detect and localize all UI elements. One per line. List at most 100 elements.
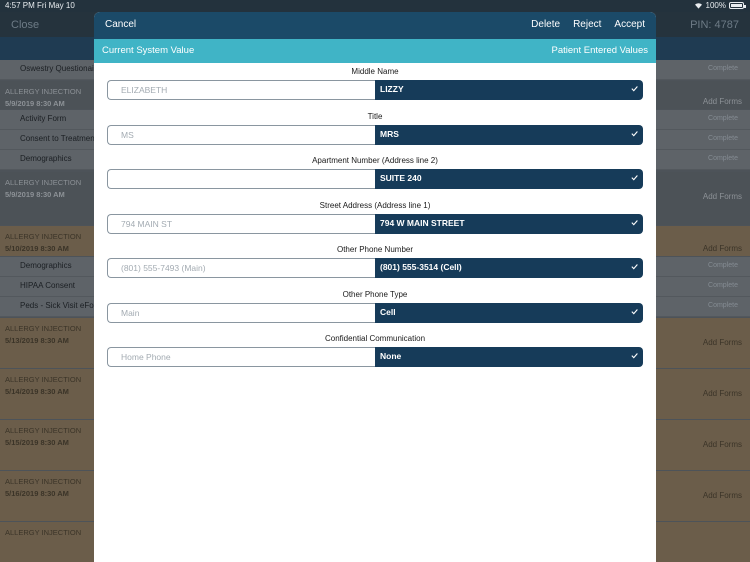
field-values: Home Phone None [107, 347, 643, 367]
field-row: Street Address (Address line 1) 794 MAIN … [107, 201, 643, 234]
appointment-date: 5/15/2019 8:30 AM [5, 438, 69, 447]
form-name: Demographics [20, 154, 72, 163]
field-values: (801) 555-7493 (Main) (801) 555-3514 (Cel… [107, 258, 643, 278]
appointment-type: ALLERGY INJECTION [5, 324, 82, 333]
add-forms-button[interactable]: Add Forms [703, 491, 742, 500]
modal-actions: Delete Reject Accept [531, 19, 645, 30]
field-row: Other Phone Number (801) 555-7493 (Main)(… [107, 245, 643, 278]
field-label: Other Phone Number [336, 245, 414, 254]
current-system-value[interactable]: Main [107, 302, 375, 323]
patient-value-text: Cell [380, 306, 396, 317]
checkmark-icon [631, 264, 638, 270]
add-forms-button[interactable]: Add Forms [703, 192, 742, 201]
current-system-value[interactable] [107, 169, 375, 189]
field-values: ELIZABETH LIZZY [107, 80, 643, 100]
appointment-date: 5/13/2019 8:30 AM [5, 336, 69, 345]
add-forms-button[interactable]: Add Forms [703, 440, 742, 449]
status-bar: 4:57 PM Fri May 10 100% [0, 0, 750, 12]
field-values: 794 MAIN ST 794 W MAIN STREET [107, 213, 643, 234]
appointment-type: ALLERGY INJECTION [5, 232, 82, 241]
pin-label: PIN: 4787 [690, 19, 739, 31]
appointment-type: ALLERGY INJECTION [5, 528, 82, 537]
form-status: Complete [708, 262, 738, 269]
status-time: 4:57 PM Fri May 10 [5, 1, 75, 10]
form-name: Activity Form [20, 114, 67, 123]
field-values: Main Cell [107, 302, 643, 323]
patient-entered-value[interactable]: LIZZY [375, 80, 643, 100]
review-modal: Cancel Delete Reject Accept Current Syst… [94, 12, 656, 562]
current-system-value[interactable]: MS [107, 124, 375, 145]
form-name: HIPAA Consent [20, 281, 75, 290]
patient-entered-value[interactable]: MRS [375, 124, 643, 145]
field-label: Confidential Communication [324, 334, 426, 343]
current-system-value[interactable]: Home Phone [107, 347, 375, 367]
appointment-type: ALLERGY INJECTION [5, 477, 82, 486]
form-name: Demographics [20, 261, 72, 270]
current-system-value[interactable]: (801) 555-7493 (Main) [107, 258, 375, 278]
appointment-date: 5/14/2019 8:30 AM [5, 387, 69, 396]
checkmark-icon [631, 353, 638, 359]
patient-value-text: SUITE 240 [380, 173, 422, 183]
form-name: Oswestry Questionaire [20, 64, 101, 73]
field-label: Middle Name [351, 67, 399, 76]
battery-percent: 100% [705, 1, 726, 10]
form-status: Complete [708, 155, 738, 162]
form-name: Consent to Treatment [20, 134, 97, 143]
field-row: Other Phone Type Main Cell [107, 290, 643, 323]
field-row: Title MS MRS [107, 112, 643, 145]
field-label: Street Address (Address line 1) [319, 200, 431, 210]
close-button[interactable]: Close [11, 19, 39, 31]
patient-value-text: LIZZY [380, 84, 404, 94]
reject-button[interactable]: Reject [573, 19, 601, 30]
form-status: Complete [708, 302, 738, 309]
add-forms-button[interactable]: Add Forms [703, 338, 742, 347]
patient-value-text: 794 W MAIN STREET [380, 217, 465, 228]
patient-entered-value[interactable]: 794 W MAIN STREET [375, 213, 643, 234]
current-system-value[interactable]: 794 MAIN ST [107, 213, 375, 234]
checkmark-icon [631, 130, 638, 136]
patient-value-text: (801) 555-3514 (Cell) [380, 262, 462, 272]
field-row: Confidential Communication Home Phone None [107, 334, 643, 367]
appointment-type: ALLERGY INJECTION [5, 87, 82, 96]
field-label: Title [367, 111, 383, 121]
add-forms-button[interactable]: Add Forms [703, 244, 742, 253]
delete-button[interactable]: Delete [531, 19, 560, 30]
add-forms-button[interactable]: Add Forms [703, 97, 742, 106]
battery-icon [729, 2, 746, 9]
add-forms-button[interactable]: Add Forms [703, 389, 742, 398]
form-status: Complete [708, 282, 738, 289]
appointment-date: 5/9/2019 8:30 AM [5, 99, 65, 108]
appointment-type: ALLERGY INJECTION [5, 426, 82, 435]
appointment-type: ALLERGY INJECTION [5, 178, 82, 187]
appointment-date: 5/10/2019 8:30 AM [5, 244, 69, 253]
status-right: 100% [694, 1, 746, 10]
modal-header: Cancel Delete Reject Accept [94, 12, 656, 39]
patient-value-text: None [380, 351, 402, 361]
current-system-value[interactable]: ELIZABETH [107, 80, 375, 100]
accept-button[interactable]: Accept [614, 19, 645, 30]
appointment-date: 5/9/2019 8:30 AM [5, 190, 65, 199]
checkmark-icon [631, 86, 638, 92]
field-row: Middle Name ELIZABETH LIZZY [107, 67, 643, 100]
field-values: SUITE 240 [107, 169, 643, 189]
cancel-button[interactable]: Cancel [105, 19, 136, 30]
checkmark-icon [631, 308, 638, 314]
field-values: MS MRS [107, 124, 643, 145]
appointment-type: ALLERGY INJECTION [5, 375, 82, 384]
patient-entered-value[interactable]: None [375, 347, 643, 367]
checkmark-icon [631, 175, 638, 181]
form-status: Complete [708, 115, 738, 122]
patient-entered-values-label: Patient Entered Values [551, 45, 648, 56]
patient-value-text: MRS [380, 128, 399, 139]
patient-entered-value[interactable]: SUITE 240 [375, 169, 643, 189]
patient-entered-value[interactable]: (801) 555-3514 (Cell) [375, 258, 643, 278]
field-label: Other Phone Type [342, 289, 408, 299]
form-status: Complete [708, 135, 738, 142]
current-system-value-label: Current System Value [102, 45, 195, 56]
wifi-icon [694, 3, 702, 9]
field-label: Apartment Number (Address line 2) [312, 156, 438, 165]
checkmark-icon [631, 219, 638, 225]
patient-entered-value[interactable]: Cell [375, 302, 643, 323]
form-status: Complete [708, 65, 738, 72]
appointment-date: 5/16/2019 8:30 AM [5, 489, 69, 498]
